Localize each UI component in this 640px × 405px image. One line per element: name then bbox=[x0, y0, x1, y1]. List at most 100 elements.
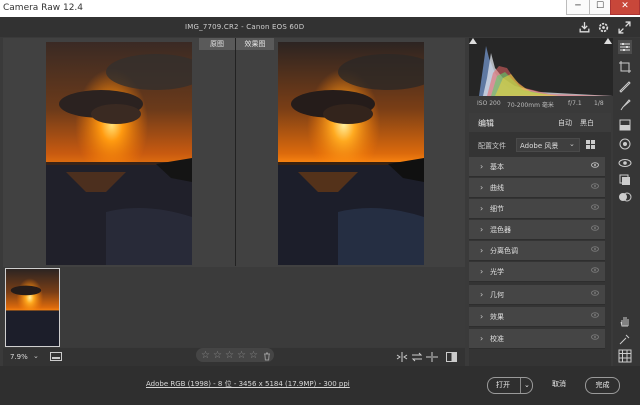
eye-icon[interactable] bbox=[591, 290, 599, 296]
graduated-filter-icon[interactable] bbox=[618, 118, 632, 132]
chevron-right-icon: › bbox=[480, 204, 484, 213]
profile-label: 配置文件 bbox=[478, 142, 506, 150]
app-title: Camera Raw 12.4 bbox=[3, 3, 84, 13]
save-icon[interactable] bbox=[578, 21, 591, 34]
section-label: 效果 bbox=[490, 313, 504, 321]
chevron-right-icon: › bbox=[480, 290, 484, 299]
trash-icon[interactable] bbox=[263, 352, 271, 361]
open-dropdown-icon[interactable]: ⌄ bbox=[520, 378, 530, 393]
filmstrip-thumbnail[interactable] bbox=[5, 268, 60, 347]
close-button[interactable]: ✕ bbox=[610, 0, 640, 15]
swap-icon[interactable] bbox=[411, 352, 423, 362]
open-button-label: 打开 bbox=[496, 381, 510, 389]
eye-icon[interactable] bbox=[591, 225, 599, 231]
workflow-options-link[interactable]: Adobe RGB (1998) - 8 位 - 3456 x 5184 (17… bbox=[146, 379, 350, 389]
eye-icon[interactable] bbox=[591, 267, 599, 273]
gear-icon[interactable] bbox=[597, 21, 610, 34]
section-label: 细节 bbox=[490, 205, 504, 213]
black-white-button[interactable]: 黑白 bbox=[577, 116, 597, 130]
presets-icon[interactable] bbox=[618, 190, 632, 204]
brush-icon[interactable] bbox=[618, 98, 632, 112]
star-icon[interactable]: ☆ bbox=[201, 350, 210, 361]
eye-icon[interactable] bbox=[591, 334, 599, 340]
filmstrip-toggle-icon[interactable] bbox=[50, 352, 62, 361]
section-label: 几何 bbox=[490, 291, 504, 299]
chevron-down-icon: ⌄ bbox=[569, 140, 575, 148]
edit-title: 编辑 bbox=[478, 119, 494, 128]
section-label: 光学 bbox=[490, 268, 504, 276]
photo-before bbox=[46, 42, 192, 265]
zoom-level[interactable]: 7.9% bbox=[10, 353, 28, 361]
minimize-button[interactable]: ─ bbox=[566, 0, 590, 15]
file-title: IMG_7709.CR2 - Canon EOS 60D bbox=[185, 23, 305, 31]
eye-icon[interactable] bbox=[591, 183, 599, 189]
open-button[interactable]: 打开 ⌄ bbox=[487, 377, 533, 394]
chevron-right-icon: › bbox=[480, 183, 484, 192]
chevron-right-icon: › bbox=[480, 267, 484, 276]
fullscreen-icon[interactable] bbox=[618, 21, 631, 34]
exif-aperture: f/7.1 bbox=[568, 100, 582, 107]
section-curve[interactable]: › 曲线 bbox=[469, 178, 605, 198]
eye-icon[interactable] bbox=[591, 312, 599, 318]
done-button[interactable]: 完成 bbox=[585, 377, 620, 394]
section-optics[interactable]: › 光学 bbox=[469, 262, 605, 282]
eye-icon[interactable] bbox=[591, 246, 599, 252]
spot-removal-icon[interactable] bbox=[618, 79, 632, 93]
section-effects[interactable]: › 效果 bbox=[469, 307, 605, 327]
exif-shutter: 1/8 bbox=[594, 100, 604, 107]
zoom-dropdown-icon[interactable]: ⌄ bbox=[33, 352, 39, 360]
copy-settings-icon[interactable] bbox=[426, 352, 438, 362]
maximize-button[interactable]: ☐ bbox=[589, 0, 611, 15]
eye-icon[interactable] bbox=[591, 204, 599, 210]
section-label: 分离色调 bbox=[490, 247, 518, 255]
section-split-toning[interactable]: › 分离色调 bbox=[469, 241, 605, 261]
section-label: 校准 bbox=[490, 335, 504, 343]
section-basic[interactable]: › 基本 bbox=[469, 157, 605, 177]
window-title-bar: Camera Raw 12.4 ─ ☐ ✕ bbox=[0, 0, 640, 18]
star-icon[interactable]: ☆ bbox=[225, 350, 234, 361]
eye-icon[interactable] bbox=[591, 162, 599, 168]
section-label: 曲线 bbox=[490, 184, 504, 192]
profile-select[interactable]: Adobe 风景 ⌄ bbox=[516, 138, 580, 152]
radial-filter-icon[interactable] bbox=[618, 137, 632, 151]
profile-browser-icon[interactable] bbox=[586, 140, 596, 149]
shadow-clip-icon[interactable] bbox=[469, 38, 477, 44]
star-icon[interactable]: ☆ bbox=[249, 350, 258, 361]
grid-icon[interactable] bbox=[618, 349, 632, 363]
filmstrip bbox=[3, 267, 465, 347]
edit-header: 编辑 自动 黑白 bbox=[469, 113, 611, 132]
compare-view-icon[interactable] bbox=[396, 352, 408, 362]
photo-after bbox=[278, 42, 424, 265]
toggle-before-after-icon[interactable] bbox=[446, 352, 457, 362]
red-eye-icon[interactable] bbox=[618, 156, 632, 170]
star-icon[interactable]: ☆ bbox=[237, 350, 246, 361]
profile-value: Adobe 风景 bbox=[520, 142, 559, 150]
before-label[interactable]: 原图 bbox=[199, 38, 235, 50]
after-label[interactable]: 效果图 bbox=[236, 38, 274, 50]
section-detail[interactable]: › 细节 bbox=[469, 199, 605, 219]
section-calibration[interactable]: › 校准 bbox=[469, 329, 605, 349]
chevron-right-icon: › bbox=[480, 334, 484, 343]
crop-icon[interactable] bbox=[618, 60, 632, 74]
snapshots-icon[interactable] bbox=[618, 173, 632, 187]
auto-button[interactable]: 自动 bbox=[555, 116, 575, 130]
profile-row: 配置文件 Adobe 风景 ⌄ bbox=[469, 137, 611, 153]
chevron-right-icon: › bbox=[480, 312, 484, 321]
histogram bbox=[469, 38, 613, 96]
exif-lens: 70-200mm 毫米 bbox=[507, 102, 554, 109]
view-divider bbox=[235, 38, 236, 266]
header-bar: IMG_7709.CR2 - Canon EOS 60D bbox=[0, 17, 640, 37]
chevron-right-icon: › bbox=[480, 246, 484, 255]
hand-icon[interactable] bbox=[618, 314, 632, 328]
section-color-mixer[interactable]: › 混色器 bbox=[469, 220, 605, 240]
edit-sliders-icon[interactable] bbox=[618, 40, 632, 54]
star-icon[interactable]: ☆ bbox=[213, 350, 222, 361]
color-sampler-icon[interactable] bbox=[618, 332, 632, 346]
cancel-button[interactable]: 取消 bbox=[548, 377, 570, 392]
section-label: 基本 bbox=[490, 163, 504, 171]
section-geometry[interactable]: › 几何 bbox=[469, 285, 605, 305]
highlight-clip-icon[interactable] bbox=[604, 38, 612, 44]
exif-iso: ISO 200 bbox=[477, 100, 501, 107]
chevron-right-icon: › bbox=[480, 162, 484, 171]
exif-info: ISO 200 70-200mm 毫米 f/7.1 1/8 bbox=[469, 98, 613, 110]
